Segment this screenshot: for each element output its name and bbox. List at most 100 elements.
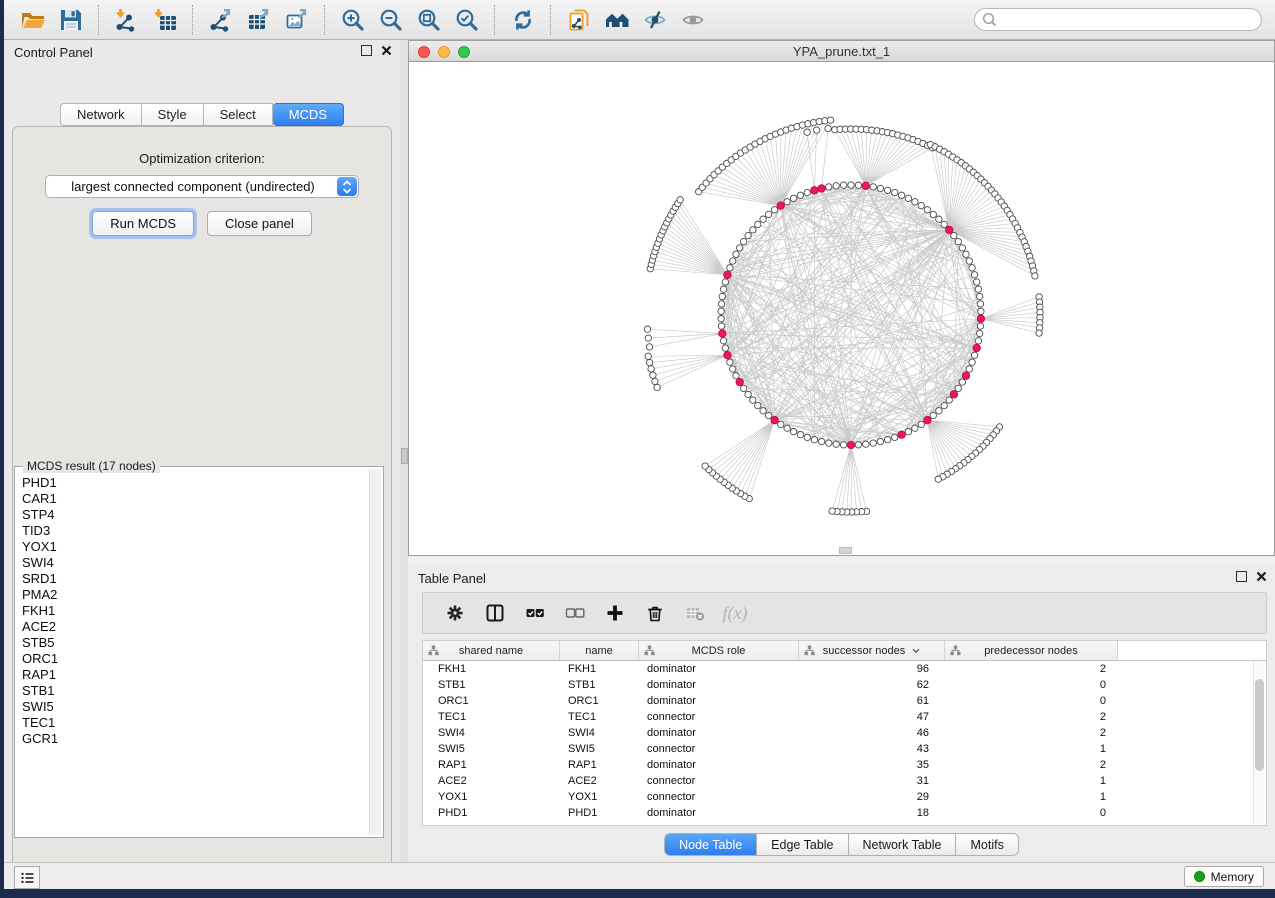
window-zoom-icon[interactable]	[458, 46, 470, 58]
mcds-result-item[interactable]: STP4	[22, 507, 370, 523]
task-history-button[interactable]	[14, 866, 40, 889]
chevron-down-icon[interactable]	[912, 648, 920, 654]
tab-mcds[interactable]: MCDS	[273, 103, 344, 126]
mcds-result-item[interactable]: PMA2	[22, 587, 370, 603]
table-row[interactable]: PHD1PHD1dominator180	[423, 805, 1266, 821]
mcds-result-item[interactable]: STB1	[22, 683, 370, 699]
mcds-result-item[interactable]: FKH1	[22, 603, 370, 619]
node-table[interactable]: shared namenameMCDS rolesuccessor nodesp…	[422, 640, 1267, 826]
tab-style[interactable]: Style	[142, 103, 204, 126]
table-row[interactable]: YOX1YOX1connector291	[423, 789, 1266, 805]
window-minimize-icon[interactable]	[438, 46, 450, 58]
table-row[interactable]: ORC1ORC1dominator610	[423, 693, 1266, 709]
table-row[interactable]: STB1STB1dominator620	[423, 677, 1266, 693]
zoom-out-button[interactable]	[378, 7, 404, 33]
control-panel: Control Panel NetworkStyleSelectMCDS Opt…	[4, 40, 400, 862]
table-row[interactable]: RAP1RAP1dominator352	[423, 757, 1266, 773]
mcds-result-item[interactable]: SWI5	[22, 699, 370, 715]
cell-mcds-role: connector	[639, 711, 799, 723]
column-header-successor-nodes[interactable]: successor nodes	[799, 641, 945, 660]
tab-node-table[interactable]: Node Table	[665, 834, 757, 855]
export-network-button[interactable]	[208, 7, 234, 33]
settings-gear-button[interactable]	[443, 602, 467, 624]
zoom-fit-button[interactable]	[416, 7, 442, 33]
column-header-name[interactable]: name	[560, 641, 639, 660]
tab-network[interactable]: Network	[60, 103, 142, 126]
tab-network-table[interactable]: Network Table	[849, 834, 957, 855]
splitter-handle[interactable]	[401, 448, 408, 464]
export-table-button[interactable]	[246, 7, 272, 33]
search-input[interactable]	[1002, 12, 1261, 28]
mcds-result-item[interactable]: GCR1	[22, 731, 370, 747]
zoom-selected-button[interactable]	[454, 7, 480, 33]
zoom-in-button[interactable]	[340, 7, 366, 33]
memory-button[interactable]: Memory	[1184, 866, 1264, 887]
table-panel-titlebar: Table Panel	[408, 566, 1275, 590]
select-all-button[interactable]	[523, 602, 547, 624]
column-header-predecessor-nodes[interactable]: predecessor nodes	[945, 641, 1118, 660]
close-table-panel-icon[interactable]	[1256, 571, 1267, 582]
show-details-button[interactable]	[680, 7, 706, 33]
mcds-result-item[interactable]: YOX1	[22, 539, 370, 555]
table-row[interactable]: SWI4SWI4dominator462	[423, 725, 1266, 741]
criterion-select[interactable]: largest connected component (undirected)	[45, 175, 359, 198]
table-row[interactable]: FKH1FKH1dominator962	[423, 661, 1266, 677]
mcds-result-item[interactable]: CAR1	[22, 491, 370, 507]
layout-refresh-button[interactable]	[510, 7, 536, 33]
houses-button[interactable]	[604, 7, 630, 33]
float-panel-icon[interactable]	[361, 45, 372, 56]
cell-shared-name: STB1	[423, 679, 560, 691]
open-button[interactable]	[20, 7, 46, 33]
add-column-button[interactable]	[603, 602, 627, 624]
table-row[interactable]: TEC1TEC1connector472	[423, 709, 1266, 725]
close-panel-button[interactable]: Close panel	[207, 211, 312, 236]
export-image-button[interactable]	[284, 7, 310, 33]
import-network-button[interactable]	[114, 7, 140, 33]
table-header-row: shared namenameMCDS rolesuccessor nodesp…	[423, 641, 1266, 661]
canvas-resize-handle[interactable]	[839, 547, 852, 554]
control-panel-tabs: NetworkStyleSelectMCDS	[4, 103, 400, 126]
mcds-result-item[interactable]: ACE2	[22, 619, 370, 635]
search-field[interactable]	[974, 8, 1262, 31]
float-table-panel-icon[interactable]	[1236, 571, 1247, 582]
vertical-splitter[interactable]	[400, 40, 408, 862]
deselect-all-button[interactable]	[563, 602, 587, 624]
mcds-result-item[interactable]: PHD1	[22, 475, 370, 491]
split-panel-button[interactable]	[483, 602, 507, 624]
table-panel: Table Panel f(x) shared namenameMCDS rol…	[408, 566, 1275, 862]
tab-edge-table[interactable]: Edge Table	[757, 834, 848, 855]
cell-shared-name: YOX1	[423, 791, 560, 803]
tab-select[interactable]: Select	[204, 103, 273, 126]
horizontal-splitter[interactable]	[408, 556, 1275, 566]
mcds-result-item[interactable]: TID3	[22, 523, 370, 539]
network-view-canvas[interactable]	[408, 62, 1275, 556]
clone-network-button[interactable]	[566, 7, 592, 33]
window-close-icon[interactable]	[418, 46, 430, 58]
table-row[interactable]: SWI5SWI5connector431	[423, 741, 1266, 757]
save-button[interactable]	[58, 7, 84, 33]
mcds-result-group: MCDS result (17 nodes) PHD1CAR1STP4TID3Y…	[14, 466, 384, 838]
network-window-title: YPA_prune.txt_1	[793, 44, 890, 59]
delete-column-button[interactable]	[643, 602, 667, 624]
close-panel-icon[interactable]	[381, 45, 392, 56]
column-header-MCDS-role[interactable]: MCDS role	[639, 641, 799, 660]
table-row[interactable]: ACE2ACE2connector311	[423, 773, 1266, 789]
run-mcds-button[interactable]: Run MCDS	[92, 211, 194, 236]
mcds-result-item[interactable]: SWI4	[22, 555, 370, 571]
mcds-result-item[interactable]: STB5	[22, 635, 370, 651]
mcds-result-scrollbar[interactable]	[369, 469, 381, 835]
column-header-shared-name[interactable]: shared name	[423, 641, 560, 660]
memory-status-icon	[1194, 871, 1205, 882]
mcds-result-item[interactable]: ORC1	[22, 651, 370, 667]
mcds-result-item[interactable]: SRD1	[22, 571, 370, 587]
table-scrollbar-thumb[interactable]	[1255, 679, 1264, 771]
hide-details-button[interactable]	[642, 7, 668, 33]
tab-motifs[interactable]: Motifs	[956, 834, 1017, 855]
import-table-button[interactable]	[152, 7, 178, 33]
mcds-result-item[interactable]: RAP1	[22, 667, 370, 683]
cell-shared-name: RAP1	[423, 759, 560, 771]
cell-predecessor-nodes: 1	[945, 791, 1118, 803]
mcds-result-item[interactable]: TEC1	[22, 715, 370, 731]
table-scrollbar[interactable]	[1253, 661, 1265, 824]
mcds-result-list[interactable]: PHD1CAR1STP4TID3YOX1SWI4SRD1PMA2FKH1ACE2…	[15, 469, 370, 835]
